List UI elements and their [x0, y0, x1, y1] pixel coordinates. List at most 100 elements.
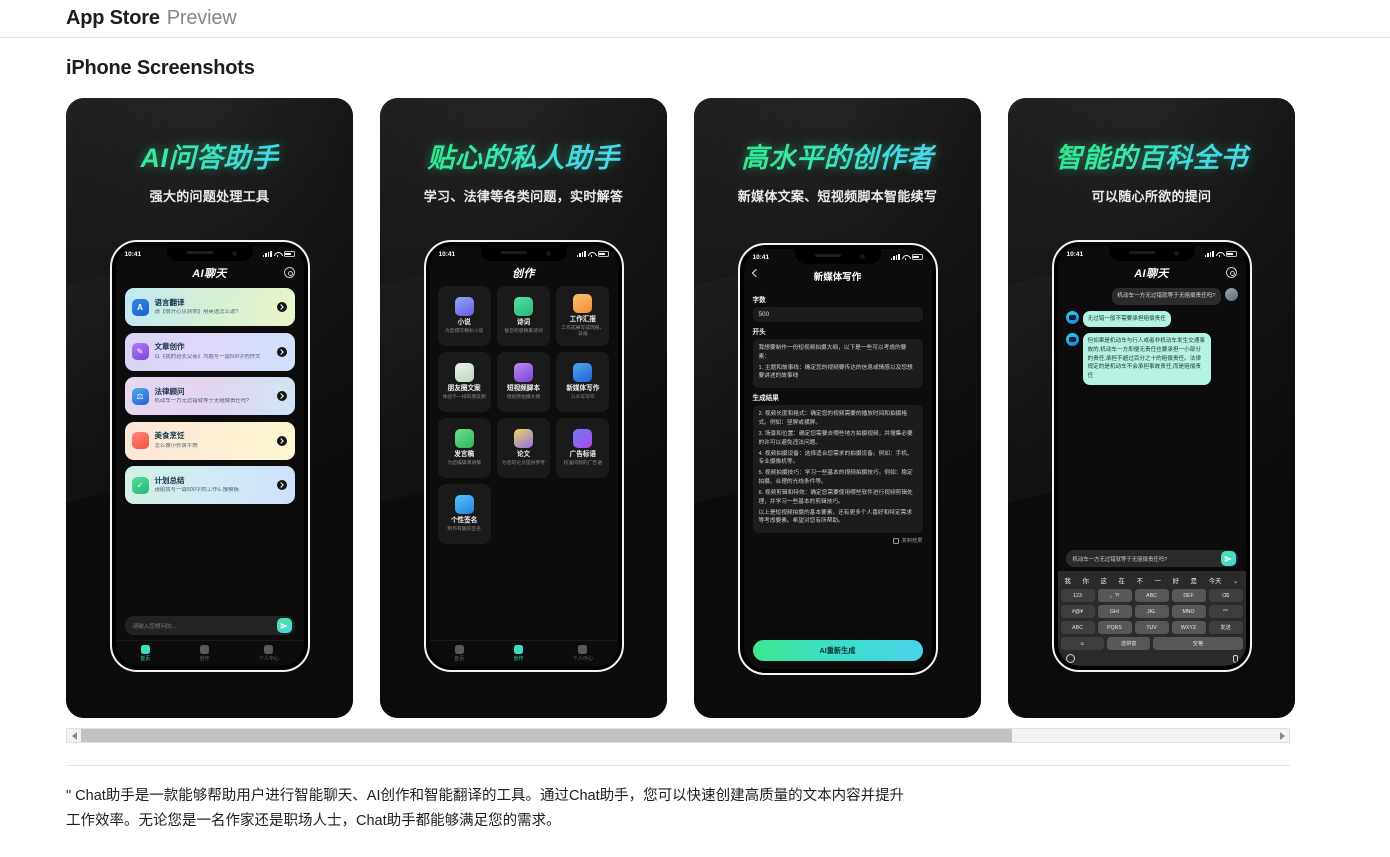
gear-icon[interactable] — [1225, 267, 1237, 278]
scrollbar-track[interactable] — [81, 729, 1275, 742]
suggestion[interactable]: 是 — [1191, 576, 1197, 585]
send-button[interactable] — [1220, 551, 1236, 566]
key-space[interactable]: 空格 — [1153, 637, 1243, 650]
chevron-down-icon[interactable]: ⌄ — [1233, 577, 1238, 585]
chevron-right-icon[interactable] — [276, 391, 287, 401]
status-time: 10:41 — [124, 250, 142, 258]
grid-item[interactable]: 工作汇报 工作成果写成周报、日报 — [556, 286, 610, 346]
page-header: App Store Preview — [0, 0, 1390, 38]
scroll-left-arrow-icon[interactable] — [67, 729, 81, 742]
moments-icon — [454, 362, 474, 382]
message-composer[interactable]: 机动车一方无过错就等于无赔偿责任吗? — [1065, 550, 1238, 567]
key-symbols[interactable]: #@¥ — [1060, 605, 1095, 618]
grid-item[interactable]: 朋友圈文案 体验不一样的朋友圈 — [437, 352, 491, 412]
list-item[interactable]: A 语言翻译 请【很开心见到你】用英语怎么说? — [124, 288, 295, 326]
chevron-right-icon[interactable] — [276, 435, 287, 446]
keyboard-suggestions[interactable]: 我 你 这 在 不 一 好 是 今天 ⌄ — [1061, 574, 1243, 589]
horizontal-scrollbar[interactable] — [66, 728, 1290, 743]
message-composer[interactable]: 请输入您想问的... — [124, 616, 295, 635]
key-send[interactable]: 发送 — [1208, 621, 1243, 634]
send-icon — [280, 622, 288, 629]
suggestion[interactable]: 一 — [1155, 576, 1161, 585]
key-pinyin[interactable]: 选拼音 — [1106, 637, 1151, 650]
key-shift[interactable]: ^^ — [1208, 605, 1243, 618]
person-icon — [578, 644, 588, 654]
screenshot-1[interactable]: AI问答助手 强大的问题处理工具 10:41 AI聊天 A 语言翻译 请【很开心… — [66, 98, 353, 718]
chat-message-ai: 无过错一般不需要承担赔偿责任 — [1065, 310, 1238, 328]
suggestion[interactable]: 不 — [1137, 576, 1143, 585]
tab-home[interactable]: 首页 — [454, 644, 465, 663]
key-jkl[interactable]: JKL — [1134, 605, 1169, 618]
regenerate-button[interactable]: AI重新生成 — [752, 640, 923, 661]
screenshot-headline: AI问答助手 — [66, 136, 353, 175]
list-item[interactable]: ⚖ 法律顾问 机动车一方无过错就等于无赔偿责任吗? — [124, 377, 295, 415]
emoji-icon[interactable]: ☺ — [1060, 637, 1104, 650]
screenshot-subheadline: 强大的问题处理工具 — [149, 189, 270, 204]
key-ghi[interactable]: GHI — [1097, 605, 1132, 618]
screenshot-subheadline: 学习、法律等各类问题，实时解答 — [423, 189, 624, 204]
grid-item[interactable]: 论文 为您的论文提供参考 — [496, 418, 551, 478]
signal-icon — [576, 251, 586, 257]
screenshots-strip[interactable]: AI问答助手 强大的问题处理工具 10:41 AI聊天 A 语言翻译 请【很开心… — [0, 98, 1390, 718]
tab-bar[interactable]: 首页 创作 个人中心 — [115, 640, 304, 666]
back-icon[interactable] — [751, 268, 760, 278]
app-header: 创作 — [430, 262, 618, 284]
list-item[interactable]: ✎ 文章创作 以《我的班长父亲》为题写一篇500字的作文 — [124, 332, 295, 371]
suggestion[interactable]: 在 — [1119, 576, 1125, 585]
grid-item[interactable]: 发言稿 为您编辑演讲稿 — [437, 418, 491, 478]
grid-item[interactable]: 小说 为您撰写精彩小说 — [437, 286, 491, 346]
scrollbar-thumb[interactable] — [81, 729, 1013, 742]
screenshot-3[interactable]: 高水平的创作者 新媒体文案、短视频脚本智能续写 10:41 新媒体写作 字数 5… — [694, 98, 981, 718]
key-mno[interactable]: MNO — [1171, 605, 1206, 618]
gear-icon[interactable] — [283, 267, 295, 278]
list-item[interactable]: 美食烹饪 怎么做小炒黄牛肉 — [124, 421, 295, 460]
tab-create[interactable]: 创作 — [199, 644, 210, 662]
globe-icon[interactable] — [1065, 654, 1075, 663]
tab-home[interactable]: 首页 — [140, 644, 150, 662]
grid-item[interactable]: 诗词 替您构思精美诗词 — [496, 286, 551, 346]
chevron-right-icon[interactable] — [276, 480, 287, 490]
chevron-right-icon[interactable] — [276, 346, 287, 357]
key-123[interactable]: 123 — [1060, 589, 1095, 602]
scroll-right-arrow-icon[interactable] — [1275, 729, 1289, 742]
backspace-icon[interactable]: ⌫ — [1208, 589, 1243, 602]
key-abc[interactable]: ABC — [1134, 589, 1169, 602]
grid-item[interactable]: 个性签名 制作有趣的签名 — [437, 484, 491, 544]
opening-text[interactable]: 我想要制作一份短视频拍摄大纲，以下是一些可以考虑的要素： 1. 主题和故事线：确… — [752, 339, 923, 389]
grid-item[interactable]: 新媒体写作 公众号写作 — [556, 352, 610, 412]
wifi-icon — [902, 254, 909, 260]
copy-icon — [893, 537, 900, 544]
suggestion[interactable]: 今天 — [1209, 576, 1222, 585]
send-button[interactable] — [276, 618, 292, 633]
key-abc-mode[interactable]: ABC — [1060, 621, 1095, 634]
grid-item[interactable]: 短视频脚本 短视频拍摄大纲 — [496, 352, 551, 412]
word-count-input[interactable]: 500 — [752, 307, 923, 322]
key-punct[interactable]: 。?! — [1097, 589, 1132, 602]
key-wxyz[interactable]: WXYZ — [1171, 621, 1206, 634]
tab-bar[interactable]: 首页 创作 个人中心 — [429, 640, 618, 666]
grid-item[interactable]: 广告标语 校准同频的广告语 — [556, 418, 610, 478]
suggestion[interactable]: 这 — [1101, 576, 1107, 585]
tab-profile[interactable]: 个人中心 — [259, 644, 279, 662]
key-def[interactable]: DEF — [1171, 589, 1206, 602]
virtual-keyboard[interactable]: 我 你 这 在 不 一 好 是 今天 ⌄ 123 。?! ABC DEF ⌫ #… — [1057, 571, 1246, 666]
avatar — [1224, 288, 1238, 301]
list-item[interactable]: ✓ 计划总结 请给我写一篇500字的工作汇报模板 — [124, 466, 295, 504]
microphone-icon[interactable] — [1232, 654, 1238, 663]
tab-profile[interactable]: 个人中心 — [573, 644, 593, 662]
suggestion[interactable]: 好 — [1173, 576, 1179, 585]
tab-create[interactable]: 创作 — [513, 644, 524, 662]
composer-placeholder: 请输入您想问的... — [132, 623, 177, 630]
tab-label: 首页 — [454, 656, 465, 663]
result-text[interactable]: 2. 视频长度和格式：确定您的视频需要的播放时间和拍摄格式。例如：竖屏或横屏。 … — [752, 405, 923, 534]
suggestion[interactable]: 我 — [1065, 576, 1071, 585]
screenshot-4[interactable]: 智能的百科全书 可以随心所欲的提问 10:41 AI聊天 机动车一方无过错就等于… — [1008, 98, 1295, 718]
screenshot-2[interactable]: 贴心的私人助手 学习、法律等各类问题，实时解答 10:41 创作 小说 为您撰写… — [380, 98, 667, 718]
keyboard-row: #@¥ GHI JKL MNO ^^ — [1060, 605, 1243, 618]
copy-result-button[interactable]: 复制结果 — [753, 537, 923, 544]
key-tuv[interactable]: TUV — [1134, 621, 1169, 634]
grid-item-title: 短视频脚本 — [507, 384, 540, 392]
chevron-right-icon[interactable] — [276, 302, 287, 312]
suggestion[interactable]: 你 — [1083, 576, 1089, 585]
key-pqrs[interactable]: PQRS — [1097, 621, 1132, 634]
